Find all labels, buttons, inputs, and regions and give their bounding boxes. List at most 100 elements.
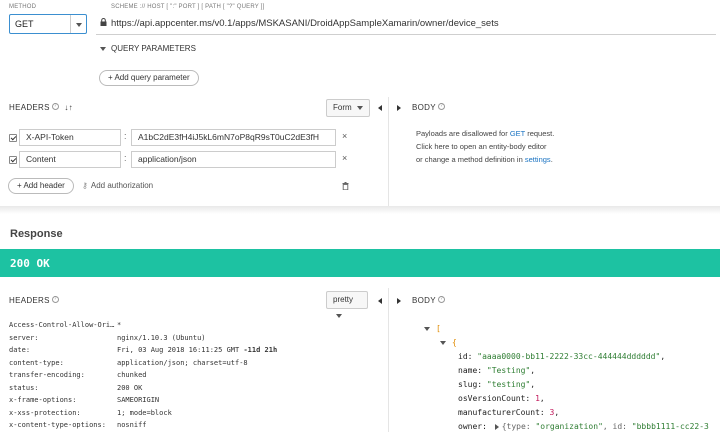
json-key: osVersionCount: xyxy=(458,394,531,403)
collapse-left-icon[interactable] xyxy=(378,103,382,113)
json-value: 1 xyxy=(535,394,540,403)
response-body-title-text: BODY xyxy=(412,296,436,305)
response-header-value: application/json; charset=utf-8 xyxy=(117,358,248,367)
remove-header-icon[interactable]: × xyxy=(342,153,347,163)
response-header-name: content-type: xyxy=(9,358,64,367)
response-header-value: 1; mode=block xyxy=(117,408,172,417)
add-query-parameter-button[interactable]: + Add query parameter xyxy=(99,70,199,86)
caret-down-icon xyxy=(76,23,82,27)
request-headers-title-text: HEADERS xyxy=(9,103,50,112)
expand-toggle-icon[interactable] xyxy=(494,423,499,430)
header-enabled-checkbox[interactable] xyxy=(9,134,17,142)
response-header-row: x-content-type-options: nosniff xyxy=(9,419,379,432)
add-authorization-label: Add authorization xyxy=(90,181,154,190)
response-header-name: status: xyxy=(9,383,39,392)
json-object-line[interactable]: { xyxy=(424,336,720,350)
status-text: 200 OK xyxy=(10,257,50,270)
request-headers-title: HEADERS? ↓↑ xyxy=(9,103,73,112)
collapse-left-icon[interactable] xyxy=(378,296,382,306)
expand-toggle-icon[interactable] xyxy=(424,326,430,331)
query-parameters-label: QUERY PARAMETERS xyxy=(111,44,196,53)
json-key: manufacturerCount: xyxy=(458,408,545,417)
json-value: "aaaa0000-bb11-2222-33cc-444444dddddd" xyxy=(477,352,661,361)
response-header-value: SAMEORIGIN xyxy=(117,396,160,404)
help-icon[interactable]: ? xyxy=(51,103,59,110)
json-value: "Testing" xyxy=(486,366,531,375)
help-icon[interactable]: ? xyxy=(437,296,445,303)
response-header-name: x-xss-protection: xyxy=(9,408,81,417)
response-header-value: nosniff xyxy=(117,421,147,429)
header-value-input[interactable]: application/json xyxy=(131,151,336,168)
add-authorization-button[interactable]: ⚷ Add authorization xyxy=(82,181,153,190)
form-dropdown[interactable]: Form xyxy=(326,99,370,117)
response-json-tree: [ { id: "aaaa0000-bb11-2222-33cc-444444d… xyxy=(424,322,720,432)
pretty-dropdown[interactable]: pretty xyxy=(326,291,368,318)
json-property: id: "aaaa0000-bb11-2222-33cc-444444ddddd… xyxy=(458,352,666,361)
response-header-value: nginx/1.10.3 (Ubuntu) xyxy=(117,333,206,342)
response-headers-list: Access-Control-Allow-Ori… * server: nginx/… xyxy=(9,319,379,432)
response-body-title: BODY? xyxy=(412,296,445,305)
key-icon: ⚷ xyxy=(82,181,88,190)
json-property[interactable]: owner: {type: "organization", id: "bbbb1… xyxy=(424,420,720,432)
sort-icon[interactable]: ↓↑ xyxy=(64,103,73,112)
response-header-row: date: Fri, 03 Aug 2018 16:11:25 GMT -11d … xyxy=(9,344,379,357)
response-title: Response xyxy=(10,228,63,240)
response-header-value: chunked xyxy=(117,371,147,379)
url-underline xyxy=(96,34,716,35)
json-array-line[interactable]: [ xyxy=(424,322,720,336)
open-entity-body-editor-link[interactable]: Click here to open an entity-body editor xyxy=(416,140,716,153)
expand-toggle-icon[interactable] xyxy=(440,340,446,345)
status-bar: 200 OK xyxy=(0,249,720,277)
trash-icon[interactable] xyxy=(342,182,349,190)
json-property: manufacturerCount: 3, xyxy=(458,408,560,417)
url-label: SCHEME :// HOST [ ":" PORT ] [ PATH [ "?… xyxy=(111,4,265,10)
request-body-title-text: BODY xyxy=(412,103,436,112)
response-header-name: x-frame-options: xyxy=(9,396,77,404)
collapse-right-icon[interactable] xyxy=(397,296,401,306)
method-value: GET xyxy=(15,19,34,29)
response-header-value: * xyxy=(117,321,122,329)
json-bracket: { xyxy=(452,338,457,347)
response-header-row: x-frame-options: SAMEORIGIN xyxy=(9,394,379,407)
response-header-row: status: 200 OK xyxy=(9,382,379,395)
info-text: or change a method definition in xyxy=(416,155,525,164)
response-header-row: transfer-encoding: chunked xyxy=(9,369,379,382)
header-enabled-checkbox[interactable] xyxy=(9,156,17,164)
get-method-link[interactable]: GET xyxy=(510,129,525,138)
form-dropdown-label: Form xyxy=(333,103,352,112)
response-header-row: Access-Control-Allow-Ori… * xyxy=(9,319,379,332)
lock-icon xyxy=(100,18,107,26)
settings-link[interactable]: settings xyxy=(525,155,551,164)
method-select[interactable]: GET xyxy=(9,14,87,34)
response-headers-title-text: HEADERS xyxy=(9,296,50,305)
json-property: slug: "testing", xyxy=(458,380,536,389)
response-date-age: -11d 21h xyxy=(243,346,278,354)
response-header-name: Access-Control-Allow-Ori… xyxy=(9,321,115,329)
panel-divider xyxy=(388,288,389,432)
panel-divider xyxy=(388,97,389,207)
section-separator xyxy=(0,206,720,214)
json-key: owner: xyxy=(458,422,487,431)
json-bracket: [ xyxy=(436,324,441,333)
json-key: slug: xyxy=(458,380,483,389)
remove-header-icon[interactable]: × xyxy=(342,131,347,141)
help-icon[interactable]: ? xyxy=(51,296,59,303)
header-value-input[interactable]: A1bC2dE3fH4iJ5kL6mN7oP8qR9sT0uC2dE3fH xyxy=(131,129,336,146)
response-header-row: server: nginx/1.10.3 (Ubuntu) xyxy=(9,332,379,345)
response-header-name: transfer-encoding: xyxy=(9,371,85,379)
method-dropdown-toggle[interactable] xyxy=(70,15,86,33)
pretty-dropdown-label: pretty xyxy=(333,295,354,304)
add-header-button[interactable]: + Add header xyxy=(8,178,74,194)
response-header-value: Fri, 03 Aug 2018 16:11:25 GMT xyxy=(117,346,240,354)
query-parameters-toggle[interactable]: QUERY PARAMETERS xyxy=(100,44,196,53)
url-input[interactable]: https://api.appcenter.ms/v0.1/apps/MSKAS… xyxy=(111,18,499,29)
header-name-input[interactable]: Content xyxy=(19,151,121,168)
response-header-name: x-content-type-options: xyxy=(9,421,106,429)
response-header-value: 200 OK xyxy=(117,383,143,392)
header-separator: : xyxy=(124,153,127,163)
header-name-input[interactable]: X-API-Token xyxy=(19,129,121,146)
request-body-title: BODY? xyxy=(412,103,445,112)
help-icon[interactable]: ? xyxy=(437,103,445,110)
json-key: name: xyxy=(458,366,483,375)
collapse-right-icon[interactable] xyxy=(397,103,401,113)
